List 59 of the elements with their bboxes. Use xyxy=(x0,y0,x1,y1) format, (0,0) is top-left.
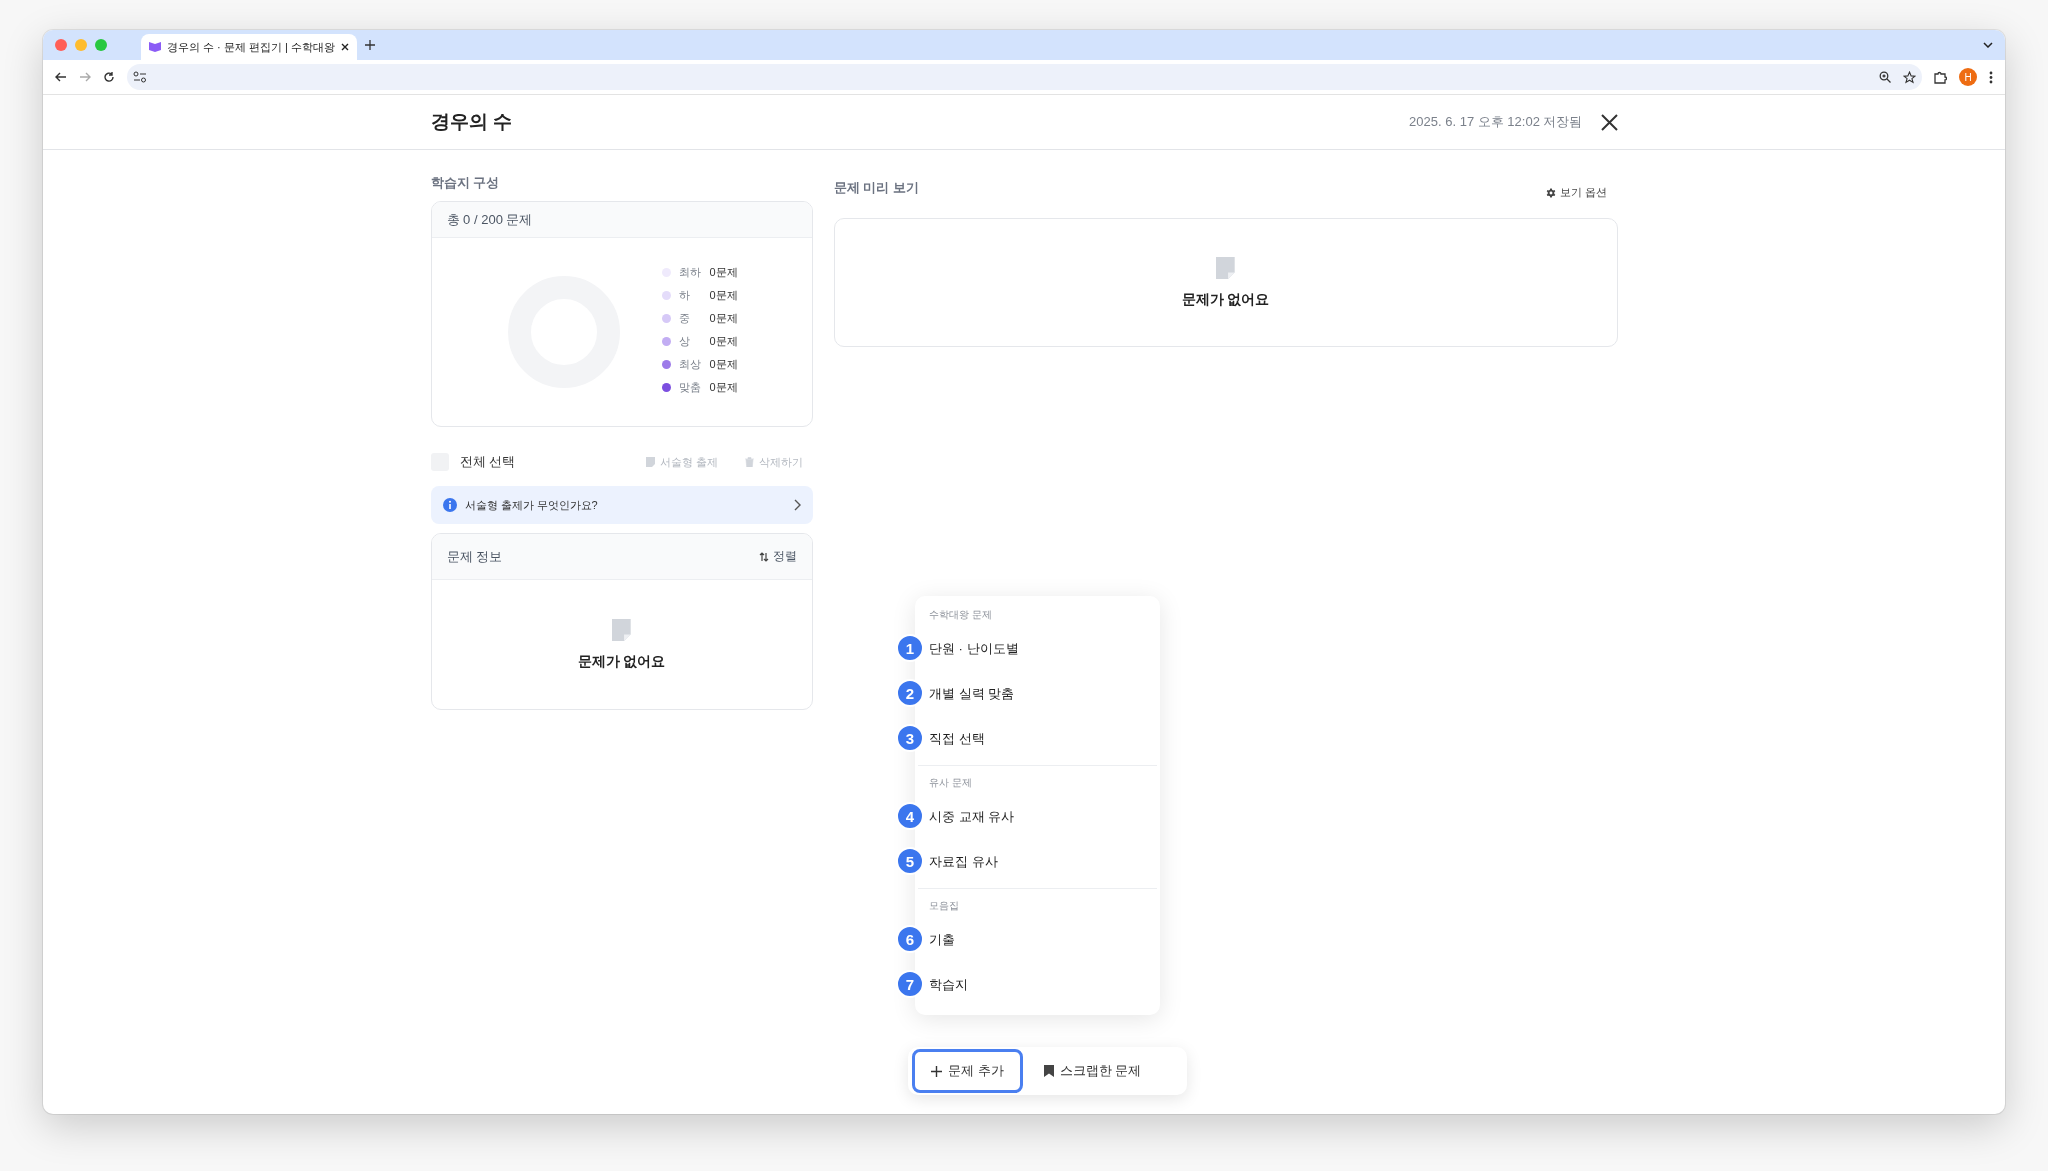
chevron-down-icon[interactable] xyxy=(1983,42,1993,48)
legend-count: 0문제 xyxy=(709,380,738,395)
empty-message: 문제가 없어요 xyxy=(577,652,666,671)
saved-time: 2025. 6. 17 오후 12:02 저장됨 xyxy=(1409,113,1583,131)
sort-button[interactable]: 정렬 xyxy=(758,548,797,565)
legend-count: 0문제 xyxy=(709,311,738,326)
bookmark-icon xyxy=(1043,1065,1054,1077)
number-badge: 7 xyxy=(896,970,924,998)
menu-group-heading: 수학대왕 문제 xyxy=(928,608,993,622)
legend-label: 하 xyxy=(678,288,691,303)
new-tab-icon[interactable] xyxy=(364,40,375,50)
trash-icon xyxy=(744,457,754,467)
number-badge: 2 xyxy=(896,679,924,707)
star-icon[interactable] xyxy=(1903,70,1916,84)
legend-label: 상 xyxy=(678,334,691,349)
plus-icon xyxy=(931,1065,942,1077)
settings-icon xyxy=(1546,187,1557,198)
browser-tab[interactable]: 경우의 수 · 문제 편집기 | 수학대왕 xyxy=(141,34,357,60)
reload-icon[interactable] xyxy=(103,71,115,83)
number-badge: 1 xyxy=(896,634,924,662)
info-banner-text: 서술형 출제가 무엇인가요? xyxy=(464,497,599,513)
puzzle-icon[interactable] xyxy=(1934,70,1947,84)
document-icon xyxy=(646,457,656,467)
empty-message: 문제가 없어요 xyxy=(1181,290,1270,309)
legend-count: 0문제 xyxy=(709,288,738,303)
close-icon[interactable] xyxy=(340,43,349,51)
number-badge: 3 xyxy=(896,724,924,752)
document-icon xyxy=(1216,256,1235,279)
legend-count: 0문제 xyxy=(709,265,738,280)
legend-label: 최하 xyxy=(678,265,702,280)
section-label: 문제 미리 보기 xyxy=(833,179,919,197)
menu-group-heading: 유사 문제 xyxy=(928,776,973,790)
legend-label: 맞춤 xyxy=(678,380,702,395)
legend-count: 0문제 xyxy=(709,357,738,372)
total-count: 총 0 / 200 문제 xyxy=(446,210,533,229)
menu-group-heading: 모음집 xyxy=(928,899,960,913)
legend-count: 0문제 xyxy=(709,334,738,349)
sort-icon xyxy=(758,551,769,562)
chevron-right-icon xyxy=(793,499,801,511)
select-all-label: 전체 선택 xyxy=(459,453,517,471)
document-icon xyxy=(612,618,631,641)
zoom-icon[interactable] xyxy=(1879,71,1891,83)
more-options-icon[interactable] xyxy=(1989,70,1993,84)
view-options-button[interactable]: 보기 옵션 xyxy=(1546,185,1608,200)
section-label: 학습지 구성 xyxy=(430,174,501,192)
number-badge: 4 xyxy=(896,802,924,830)
number-badge: 6 xyxy=(896,925,924,953)
legend-label: 최상 xyxy=(678,357,702,372)
info-banner[interactable]: 서술형 출제가 무엇인가요? xyxy=(430,486,813,524)
page-title: 경우의 수 xyxy=(430,110,512,134)
add-problem-button[interactable]: 문제 추가 xyxy=(912,1049,1023,1093)
book-icon xyxy=(149,42,161,52)
close-icon[interactable] xyxy=(1600,113,1618,131)
site-settings-icon[interactable] xyxy=(133,71,147,83)
legend-label: 중 xyxy=(678,311,691,326)
info-icon xyxy=(442,498,457,512)
card-title: 문제 정보 xyxy=(446,547,503,566)
back-arrow-icon[interactable] xyxy=(55,71,67,83)
number-badge: 5 xyxy=(896,847,924,875)
